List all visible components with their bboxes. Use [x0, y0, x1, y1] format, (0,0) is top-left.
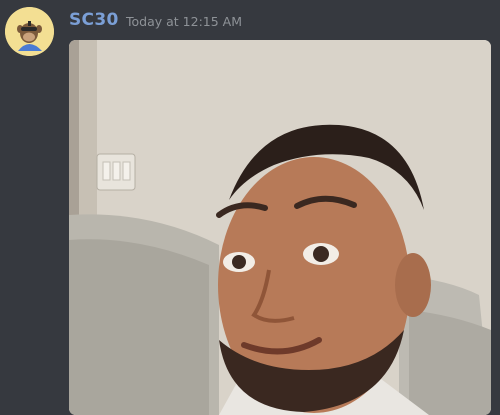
selfie-photo	[69, 40, 491, 415]
image-attachment[interactable]	[69, 40, 491, 415]
cartoon-ape-avatar-icon	[5, 7, 54, 56]
user-avatar[interactable]	[5, 7, 54, 56]
message-author[interactable]: SC30	[69, 10, 119, 30]
message-timestamp: Today at 12:15 AM	[126, 14, 242, 29]
